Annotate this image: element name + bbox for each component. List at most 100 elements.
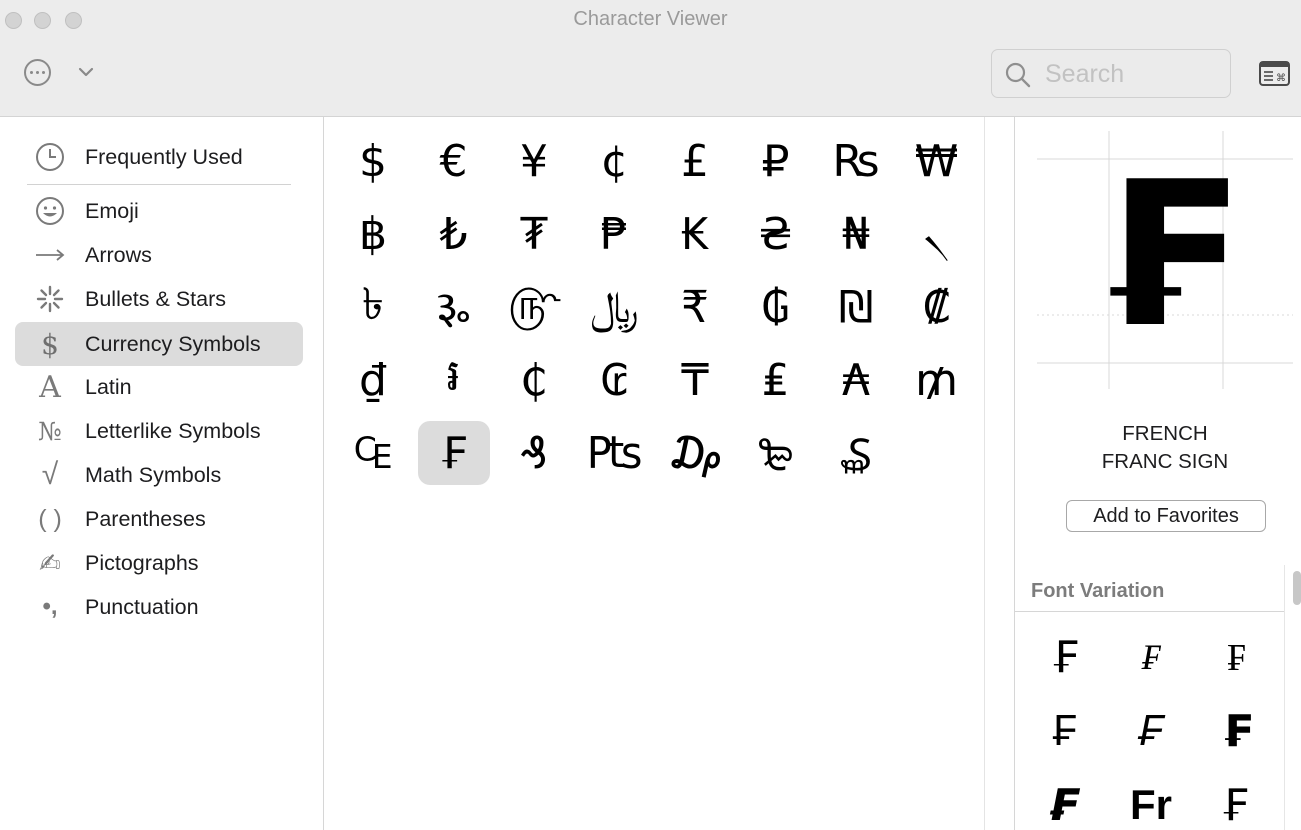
- character-cell[interactable]: ₸: [659, 348, 731, 412]
- font-variation-scroll-track: [1284, 565, 1285, 830]
- sidebar-item-label: Arrows: [85, 242, 152, 267]
- character-cell[interactable]: ₲: [740, 275, 812, 339]
- sidebar-item-label: Pictographs: [85, 550, 199, 575]
- character-cell[interactable]: ₮: [498, 202, 570, 266]
- character-cell[interactable]: ₴: [740, 202, 812, 266]
- sidebar-divider: [27, 184, 291, 185]
- sidebar-item-label: Frequently Used: [85, 144, 243, 169]
- sidebar-item-parentheses[interactable]: ( ) Parentheses: [15, 497, 303, 541]
- clock-icon: [15, 142, 85, 172]
- character-cell[interactable]: ₯: [659, 421, 731, 485]
- ellipsis-circle-icon[interactable]: [24, 59, 51, 86]
- window-title: Character Viewer: [573, 8, 728, 30]
- character-cell[interactable]: ₻: [740, 421, 812, 485]
- character-grid: $ € ¥ ¢ £ ₽ ₨ ₩ ฿ ₺ ₮ ₱ ₭ ₴ ₦ ৲ ৳ ૱ ௹ ﷼ ₹ ₲ ₪ ₡ ₫ ៛ ₵ ₢ ₸ ₤ ₳ ₥ ₠ ₣ ₰ ₧ ₯ ₻ ₷: [325, 117, 985, 830]
- grid-divider: [984, 117, 985, 830]
- character-cell[interactable]: ₠: [337, 421, 409, 485]
- window-toolbar: Character Viewer ⌘: [0, 0, 1301, 117]
- sidebar-item-bullets-stars[interactable]: Bullets & Stars: [15, 277, 303, 321]
- writing-hand-icon: ✍: [39, 547, 61, 578]
- character-cell[interactable]: ₦: [820, 202, 892, 266]
- search-icon: [1005, 62, 1031, 88]
- character-cell[interactable]: ₳: [820, 348, 892, 412]
- font-variation-cell[interactable]: ₣: [1029, 773, 1101, 830]
- character-cell[interactable]: ₨: [820, 129, 892, 193]
- sidebar-item-pictographs[interactable]: ✍ Pictographs: [15, 541, 303, 585]
- character-cell[interactable]: £: [659, 129, 731, 193]
- sidebar-item-label: Punctuation: [85, 594, 199, 619]
- sidebar-item-label: Parentheses: [85, 506, 206, 531]
- character-cell[interactable]: ₧: [579, 421, 651, 485]
- search-input[interactable]: [1045, 59, 1220, 89]
- add-to-favorites-button[interactable]: Add to Favorites: [1066, 500, 1266, 532]
- parentheses-icon: ( ): [38, 504, 62, 533]
- character-detail-panel: ₣ FRENCH FRANC SIGN Add to Favorites Fon…: [1014, 117, 1301, 830]
- font-variation-cell[interactable]: ₣: [1115, 699, 1187, 763]
- arrow-icon: [15, 247, 85, 263]
- character-cell[interactable]: ៛: [418, 348, 490, 412]
- character-cell[interactable]: ₺: [418, 202, 490, 266]
- dollar-icon: $: [41, 327, 59, 361]
- svg-text:⌘: ⌘: [1276, 73, 1286, 84]
- font-variation-cell[interactable]: ₣: [1029, 699, 1101, 763]
- character-cell[interactable]: ₱: [579, 202, 651, 266]
- font-variation-cell[interactable]: ₣: [1115, 625, 1187, 689]
- font-variation-title: Font Variation: [1031, 580, 1165, 602]
- font-variation-cell[interactable]: ₣: [1201, 773, 1273, 830]
- character-preview: ₣: [1037, 131, 1293, 389]
- character-cell[interactable]: ₡: [901, 275, 973, 339]
- punctuation-icon: •,: [42, 593, 58, 620]
- sidebar-item-arrows[interactable]: Arrows: [15, 233, 303, 277]
- smiley-icon: [15, 196, 85, 226]
- character-cell[interactable]: ₷: [820, 421, 892, 485]
- character-cell[interactable]: $: [337, 129, 409, 193]
- character-cell[interactable]: ৳: [337, 275, 409, 339]
- font-variation-scrollbar[interactable]: [1293, 571, 1301, 605]
- character-cell[interactable]: ₤: [740, 348, 812, 412]
- sidebar-item-label: Bullets & Stars: [85, 286, 226, 311]
- latin-a-icon: A: [39, 369, 61, 405]
- sidebar-item-label: Latin: [85, 374, 132, 399]
- sidebar-item-latin[interactable]: A Latin: [15, 365, 303, 409]
- character-cell[interactable]: ﷼: [579, 275, 651, 339]
- character-cell[interactable]: ₹: [659, 275, 731, 339]
- sidebar-item-currency-symbols[interactable]: $ Currency Symbols: [15, 322, 303, 366]
- square-root-icon: √: [41, 458, 59, 491]
- sidebar-item-math-symbols[interactable]: √ Math Symbols: [15, 453, 303, 497]
- numero-icon: №: [38, 416, 62, 446]
- character-cell[interactable]: ₰: [498, 421, 570, 485]
- character-cell[interactable]: ₭: [659, 202, 731, 266]
- font-variation-cell[interactable]: Fr: [1115, 773, 1187, 830]
- sidebar-item-punctuation[interactable]: •, Punctuation: [15, 585, 303, 629]
- preview-character: ₣: [1095, 139, 1235, 372]
- character-cell[interactable]: ¢: [579, 129, 651, 193]
- font-variation-cell[interactable]: ₣: [1201, 699, 1273, 763]
- character-cell[interactable]: ৲: [901, 202, 973, 266]
- character-cell[interactable]: ௹: [498, 275, 570, 339]
- font-variation-cell[interactable]: ₣: [1201, 625, 1273, 689]
- character-cell[interactable]: ₩: [901, 129, 973, 193]
- character-cell[interactable]: ¥: [498, 129, 570, 193]
- sidebar-item-label: Math Symbols: [85, 462, 222, 487]
- character-cell[interactable]: €: [418, 129, 490, 193]
- sidebar-item-emoji[interactable]: Emoji: [15, 189, 303, 233]
- sidebar-item-letterlike-symbols[interactable]: № Letterlike Symbols: [15, 409, 303, 453]
- sidebar-item-label: Currency Symbols: [85, 331, 261, 356]
- character-cell[interactable]: ₽: [740, 129, 812, 193]
- character-cell[interactable]: ₥: [901, 348, 973, 412]
- character-cell[interactable]: ฿: [337, 202, 409, 266]
- font-variation-cell[interactable]: ₣: [1029, 625, 1101, 689]
- character-cell[interactable]: ૱: [418, 275, 490, 339]
- character-cell[interactable]: ₣: [417, 421, 490, 485]
- character-cell[interactable]: ₵: [498, 348, 570, 412]
- character-cell[interactable]: ₢: [579, 348, 651, 412]
- character-cell[interactable]: ₪: [820, 275, 892, 339]
- character-cell[interactable]: ₫: [337, 348, 409, 412]
- sidebar-item-label: Letterlike Symbols: [85, 418, 261, 443]
- sidebar-item-label: Emoji: [85, 198, 139, 223]
- keyboard-viewer-icon[interactable]: ⌘: [1259, 61, 1290, 86]
- chevron-down-icon[interactable]: [78, 64, 94, 80]
- search-field[interactable]: [991, 49, 1231, 98]
- sidebar-item-frequently-used[interactable]: Frequently Used: [15, 135, 303, 179]
- category-sidebar: Frequently Used Emoji Arrows Bullets & S…: [0, 117, 324, 830]
